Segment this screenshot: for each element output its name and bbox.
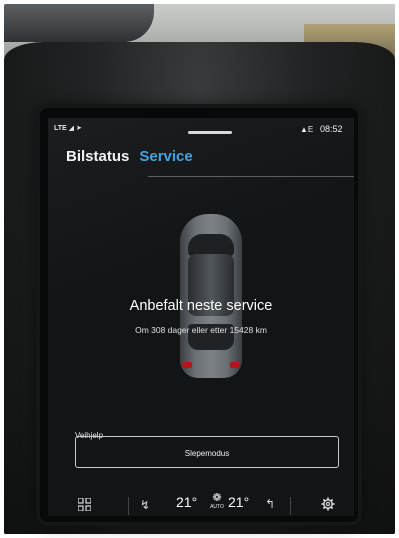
temperature-left[interactable]: 21° <box>176 494 197 510</box>
tail-light-left <box>182 362 192 368</box>
tab-bar: Bilstatus Service <box>66 148 203 168</box>
fan-auto-label: AUTO <box>210 504 224 510</box>
tail-light-right <box>230 362 240 368</box>
gear-icon[interactable] <box>321 497 335 511</box>
fan-icon: ❁ <box>212 492 222 504</box>
tab-service[interactable]: Service <box>139 148 192 165</box>
tow-mode-button[interactable]: Slepemodus <box>75 436 339 468</box>
divider <box>128 497 129 515</box>
status-icon: ▲E <box>300 125 314 134</box>
temperature-right[interactable]: 21° <box>228 494 249 510</box>
signal-indicator: LTE ◢ ➤ <box>54 125 82 132</box>
background-car <box>4 4 154 42</box>
divider <box>290 497 291 515</box>
tab-divider <box>148 176 354 177</box>
climate-bar: ↯ 21° ❁ AUTO 21° ↰ <box>48 484 354 516</box>
seat-heat-left-icon[interactable]: ↯ <box>140 498 150 512</box>
clock: 08:52 <box>320 124 343 134</box>
pull-down-handle[interactable] <box>188 131 232 134</box>
fan-control[interactable]: ❁ AUTO <box>206 492 228 511</box>
car-windshield <box>188 234 234 256</box>
service-title: Anbefalt neste service <box>129 298 273 314</box>
status-bar: LTE ◢ ➤ ▲E 08:52 <box>48 118 354 140</box>
service-subtitle: Om 308 dager eller etter 15428 km <box>135 325 267 335</box>
infotainment-screen: LTE ◢ ➤ ▲E 08:52 Bilstatus Service Anbefa… <box>48 118 354 516</box>
tab-bilstatus[interactable]: Bilstatus <box>66 148 129 165</box>
seat-heat-right-icon[interactable]: ↰ <box>265 497 275 511</box>
app-grid-icon[interactable] <box>78 498 91 511</box>
